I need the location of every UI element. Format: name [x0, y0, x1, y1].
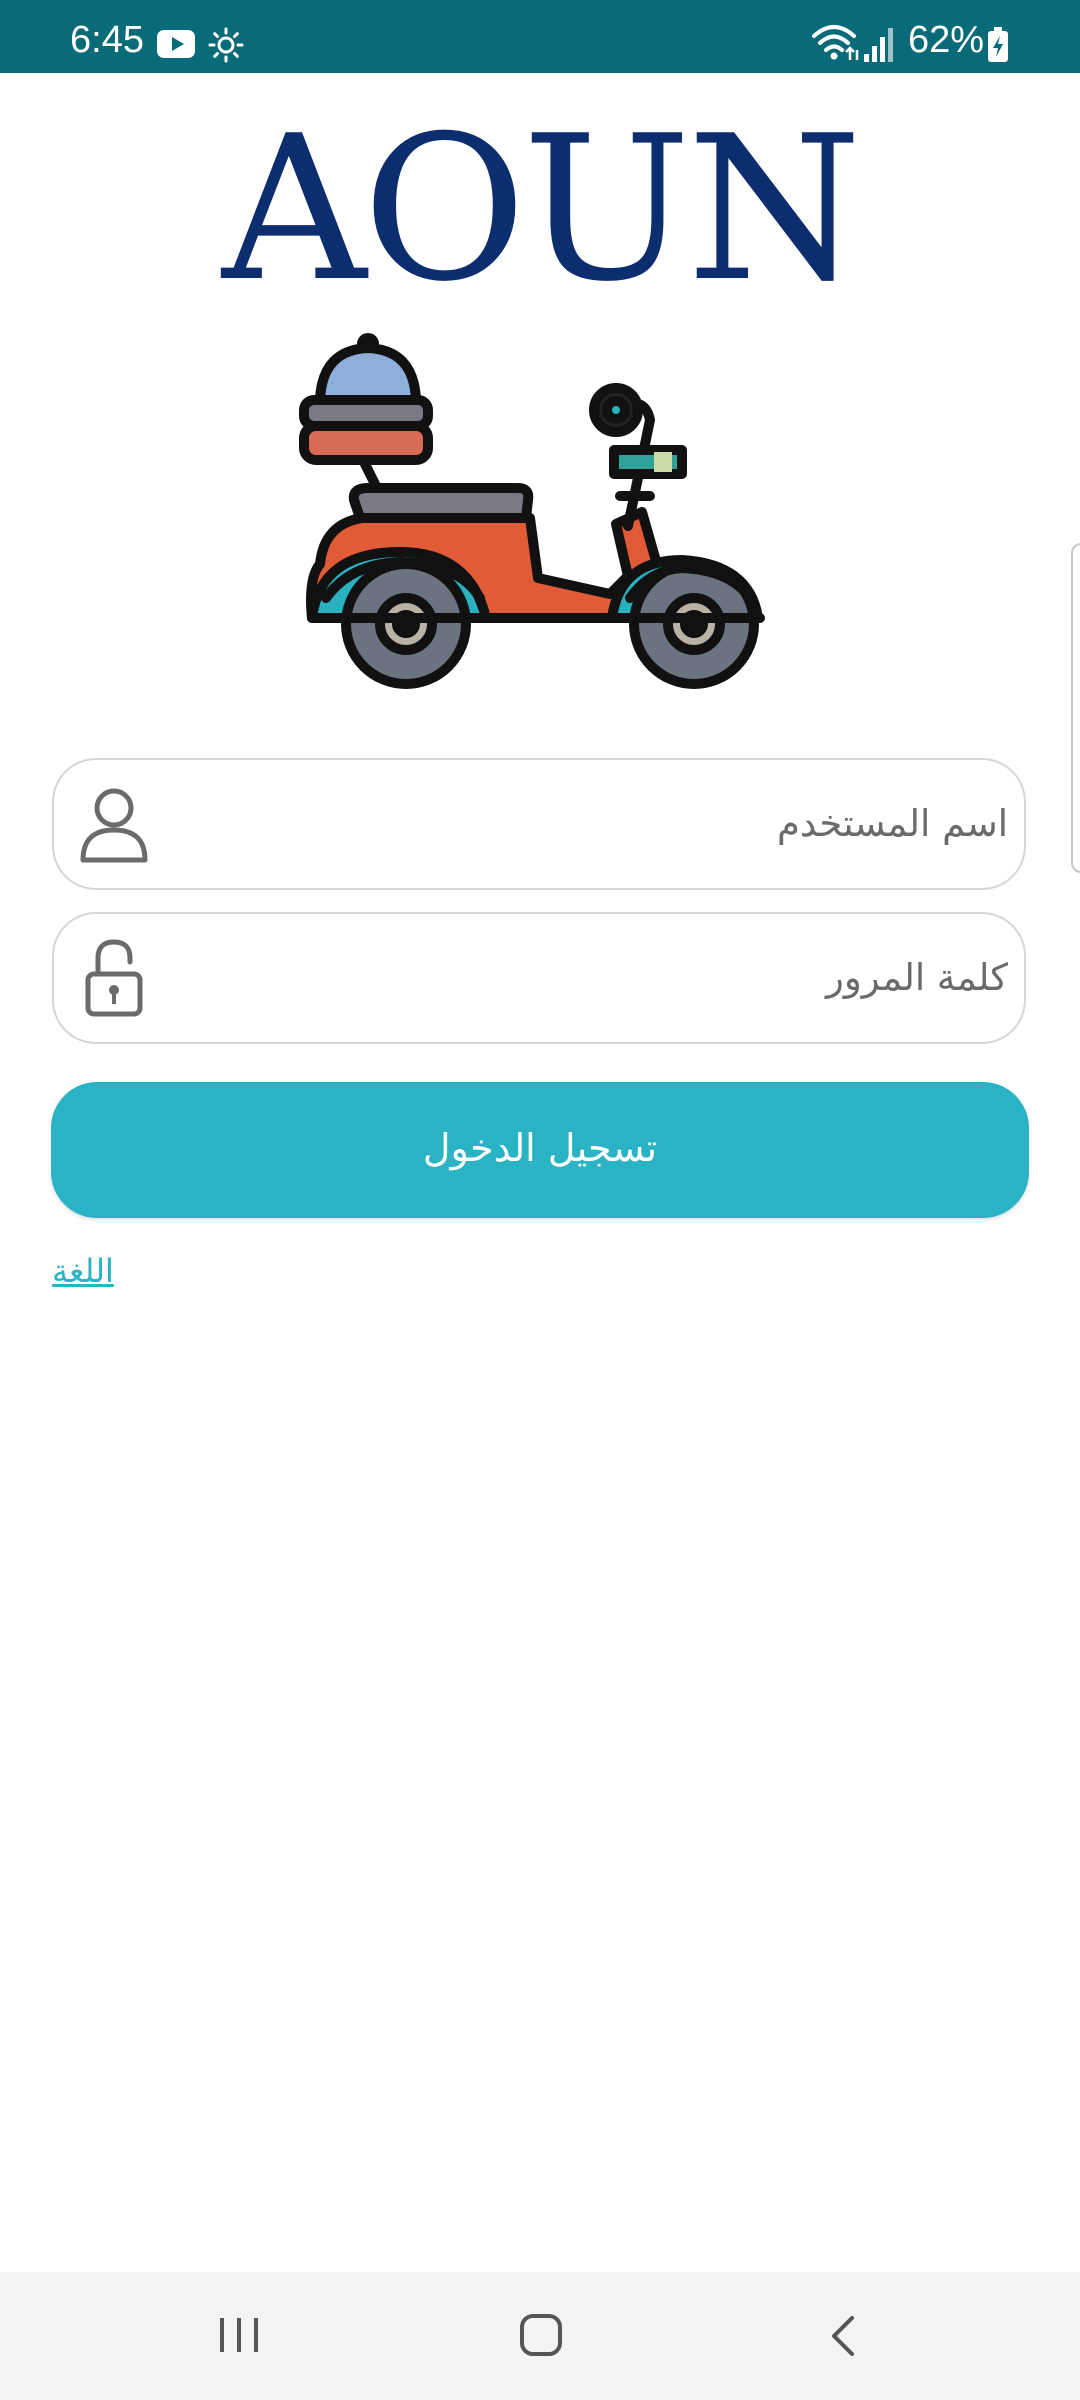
youtube-icon: [157, 30, 195, 58]
username-placeholder: اسم المستخدم: [777, 802, 1008, 845]
recents-icon[interactable]: [216, 2314, 262, 2356]
home-icon[interactable]: [519, 2313, 563, 2357]
battery-icon: [988, 27, 1008, 62]
password-field[interactable]: كلمة المرور: [52, 912, 1026, 1044]
password-placeholder: كلمة المرور: [826, 956, 1008, 999]
navigation-bar: [0, 2272, 1080, 2400]
status-time: 6:45: [70, 19, 144, 61]
app-logo-text: AOUN: [222, 93, 862, 326]
sun-icon: [208, 27, 244, 63]
login-button[interactable]: تسجيل الدخول: [51, 1082, 1029, 1218]
scooter-icon: [299, 333, 765, 689]
language-link[interactable]: اللغة: [52, 1252, 114, 1290]
back-icon[interactable]: [826, 2314, 860, 2358]
signal-icon: [864, 28, 893, 62]
edge-panel-handle[interactable]: [1071, 543, 1080, 873]
user-icon: [80, 788, 148, 863]
username-field[interactable]: اسم المستخدم: [52, 758, 1026, 890]
lock-icon: [85, 939, 143, 1017]
wifi-icon: [812, 25, 859, 60]
status-bar: 6:45 62%: [0, 0, 1080, 73]
battery-percentage: 62%: [908, 19, 985, 61]
